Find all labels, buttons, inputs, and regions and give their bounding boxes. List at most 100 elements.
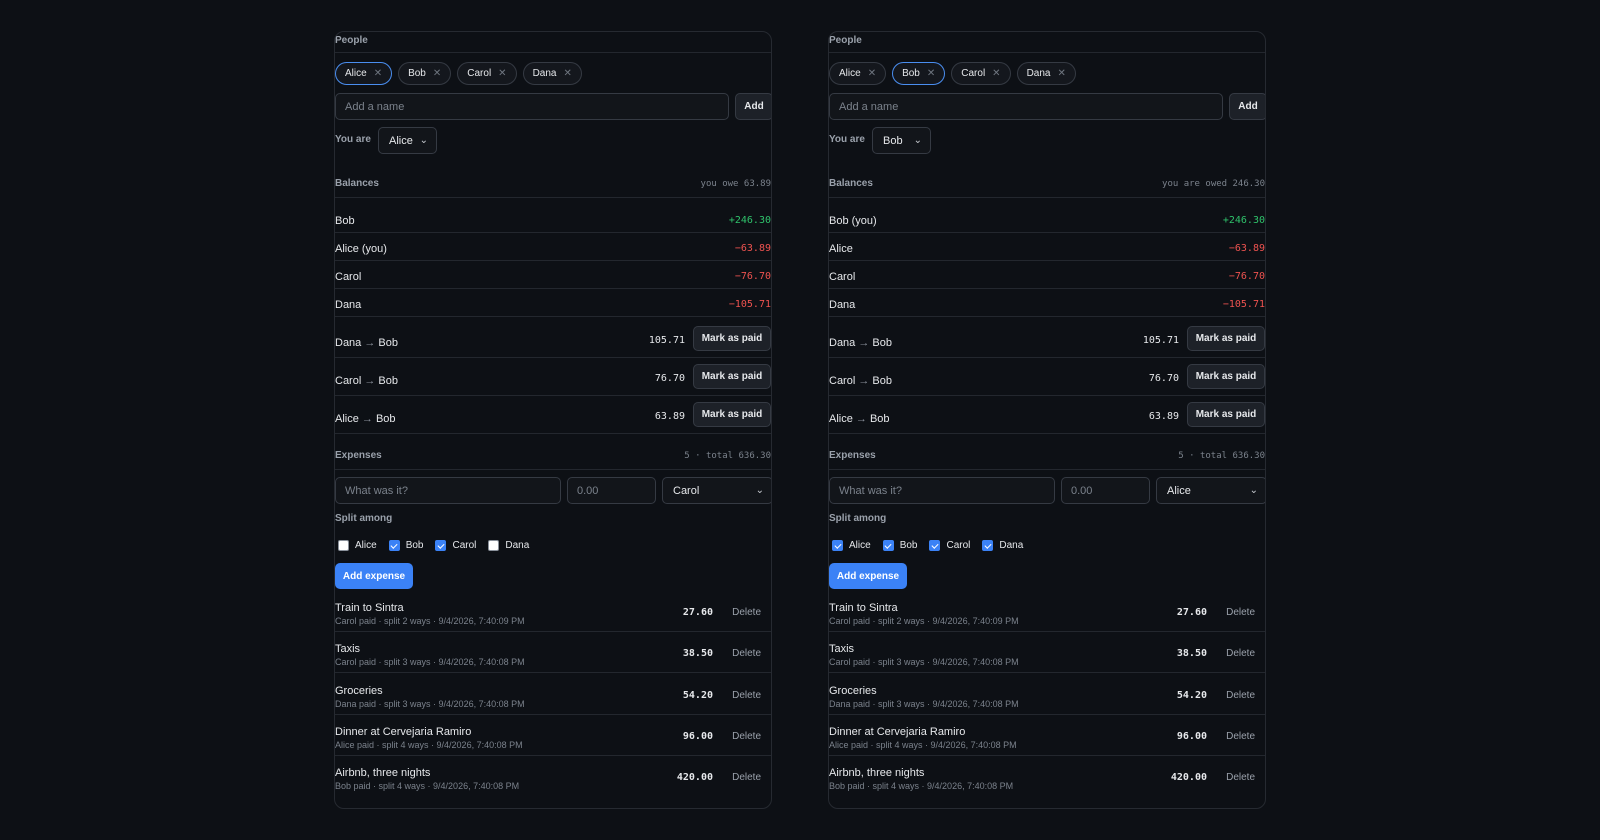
split-checkbox[interactable] [488,540,500,551]
person-chip-label: Bob [408,68,426,79]
delete-expense-button[interactable]: Delete [1226,648,1255,659]
remove-person-icon[interactable]: ✕ [868,68,876,79]
person-chip-label: Carol [961,68,986,79]
person-chip[interactable]: Dana ✕ [522,62,582,85]
add-person-button[interactable]: Add [735,93,771,120]
mark-as-paid-button[interactable]: Mark as paid [1187,402,1265,427]
people-chips: Alice ✕ Bob ✕ Carol ✕ Dana ✕ [335,62,582,85]
split-option[interactable]: Dana [982,540,1023,551]
expense-amount-input[interactable]: 0.00 [1061,477,1150,504]
split-option[interactable]: Carol [929,540,970,551]
remove-person-icon[interactable]: ✕ [433,68,441,79]
expenses-label: Expenses [335,450,382,461]
split-option[interactable]: Alice [832,540,871,551]
remove-person-icon[interactable]: ✕ [992,68,1000,79]
remove-person-icon[interactable]: ✕ [563,68,571,79]
delete-expense-button[interactable]: Delete [732,648,761,659]
split-checkbox[interactable] [435,540,447,551]
payer-select[interactable]: Carol ⌄ [662,477,771,504]
person-chip[interactable]: Carol ✕ [457,62,517,85]
expense-amount: 27.60 [1176,607,1207,618]
split-checkbox[interactable] [882,540,894,551]
remove-person-icon[interactable]: ✕ [927,68,935,79]
expense-amount: 38.50 [682,648,713,659]
expense-meta: Carol paid · split 2 ways · 9/4/2026, 7:… [335,616,525,626]
split-checkbox[interactable] [982,540,994,551]
split-option-label: Bob [899,540,918,551]
split-option[interactable]: Dana [488,540,529,551]
settlement-pair: Dana → Bob [829,337,892,349]
split-option[interactable]: Alice [338,540,377,551]
add-expense-button[interactable]: Add expense [829,563,907,589]
split-option-label: Alice [849,540,871,551]
person-chip[interactable]: Carol ✕ [951,62,1011,85]
chevron-down-icon: ⌄ [755,485,764,496]
people-label: People [335,35,368,46]
delete-expense-button[interactable]: Delete [732,690,761,701]
mark-as-paid-button[interactable]: Mark as paid [693,402,771,427]
person-chip[interactable]: Bob ✕ [892,62,946,85]
expense-title: Airbnb, three nights [335,767,431,779]
split-option[interactable]: Bob [388,540,423,551]
delete-expense-button[interactable]: Delete [1226,772,1255,783]
delete-expense-button[interactable]: Delete [732,772,761,783]
balance-value: −105.71 [1222,299,1265,310]
balances-label: Balances [829,178,873,189]
expenses-summary: 5 · total 636.30 [684,451,771,461]
settlement-amount: 63.89 [1148,411,1179,422]
person-chip-label: Alice [345,68,367,79]
settlement-to: Bob [378,337,398,349]
split-checkboxes: Alice Bob Carol Dana [832,540,1023,551]
delete-expense-button[interactable]: Delete [732,731,761,742]
expense-amount: 420.00 [676,772,713,783]
delete-expense-button[interactable]: Delete [732,607,761,618]
delete-expense-button[interactable]: Delete [1226,731,1255,742]
expense-amount: 54.20 [1176,690,1207,701]
person-chip[interactable]: Dana ✕ [1016,62,1076,85]
add-person-button[interactable]: Add [1229,93,1265,120]
add-name-input[interactable]: Add a name [829,93,1223,120]
split-checkbox[interactable] [832,540,843,551]
you-are-value: Alice [389,134,413,147]
settlement-to: Bob [869,413,890,425]
remove-person-icon[interactable]: ✕ [374,68,382,79]
settlement-amount: 76.70 [1148,373,1179,384]
expense-amount: 420.00 [1170,772,1207,783]
expense-description-input[interactable]: What was it? [829,477,1055,504]
mark-as-paid-button[interactable]: Mark as paid [693,364,771,389]
balance-value: −105.71 [728,299,771,310]
expense-meta: Alice paid · split 4 ways · 9/4/2026, 7:… [335,740,523,750]
chevron-down-icon: ⌄ [419,135,428,146]
panel-alice-view: People Alice ✕ Bob ✕ Carol ✕ Dana ✕ Add … [334,31,772,809]
split-checkbox[interactable] [929,540,941,551]
delete-expense-button[interactable]: Delete [1226,690,1255,701]
remove-person-icon[interactable]: ✕ [498,68,506,79]
expense-meta: Carol paid · split 3 ways · 9/4/2026, 7:… [829,657,1019,667]
add-expense-button[interactable]: Add expense [335,563,413,589]
payer-select[interactable]: Alice ⌄ [1156,477,1265,504]
balance-value: −63.89 [734,243,771,254]
panel-bob-view: People Alice ✕ Bob ✕ Carol ✕ Dana ✕ Add … [828,31,1266,809]
you-are-select[interactable]: Alice ⌄ [378,127,437,154]
split-option[interactable]: Carol [435,540,476,551]
remove-person-icon[interactable]: ✕ [1057,68,1065,79]
delete-expense-button[interactable]: Delete [1226,607,1255,618]
person-chip[interactable]: Bob ✕ [398,62,452,85]
split-option[interactable]: Bob [882,540,918,551]
split-checkbox[interactable] [388,540,400,551]
person-chip[interactable]: Alice ✕ [829,62,887,85]
you-are-select[interactable]: Bob ⌄ [872,127,931,154]
arrow-right-icon: → [855,413,870,425]
expense-amount-input[interactable]: 0.00 [567,477,656,504]
settlement-to: Bob [375,413,396,425]
add-name-input[interactable]: Add a name [335,93,729,120]
mark-as-paid-button[interactable]: Mark as paid [1187,326,1265,351]
settlement-from: Dana [829,337,856,349]
split-checkbox[interactable] [338,540,349,551]
split-among-label: Split among [335,513,393,524]
mark-as-paid-button[interactable]: Mark as paid [693,326,771,351]
expense-title: Groceries [829,685,877,697]
mark-as-paid-button[interactable]: Mark as paid [1187,364,1265,389]
person-chip[interactable]: Alice ✕ [335,62,393,85]
expense-description-input[interactable]: What was it? [335,477,561,504]
